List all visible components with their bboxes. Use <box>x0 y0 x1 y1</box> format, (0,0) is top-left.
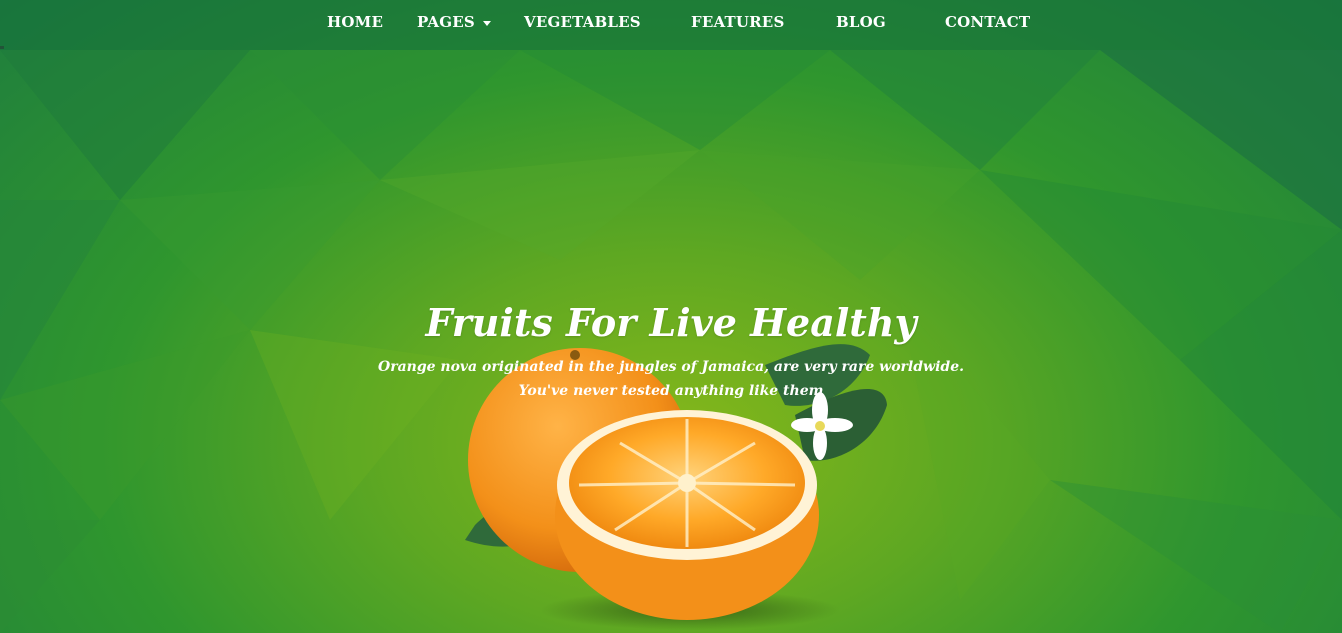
nav-blog[interactable]: BLOG <box>836 13 886 31</box>
nav-contact[interactable]: CONTACT <box>945 13 1030 31</box>
nav-vegetables[interactable]: VEGETABLES <box>524 13 641 31</box>
hero-subtitle-line2: You've never tested anything like them <box>518 383 824 399</box>
top-navbar: HOME PAGES VEGETABLES FEATURES BLOG CONT… <box>0 0 1342 50</box>
nav-features[interactable]: FEATURES <box>691 13 784 31</box>
nav-pages-label: PAGES <box>417 13 475 31</box>
hero-title: Fruits For Live Healthy <box>425 300 917 345</box>
nav-home[interactable]: HOME <box>327 13 383 31</box>
hero-subtitle-line1: Orange nova originated in the jungles of… <box>378 359 964 375</box>
nav-pages[interactable]: PAGES <box>417 13 491 31</box>
chevron-down-icon <box>482 20 491 26</box>
